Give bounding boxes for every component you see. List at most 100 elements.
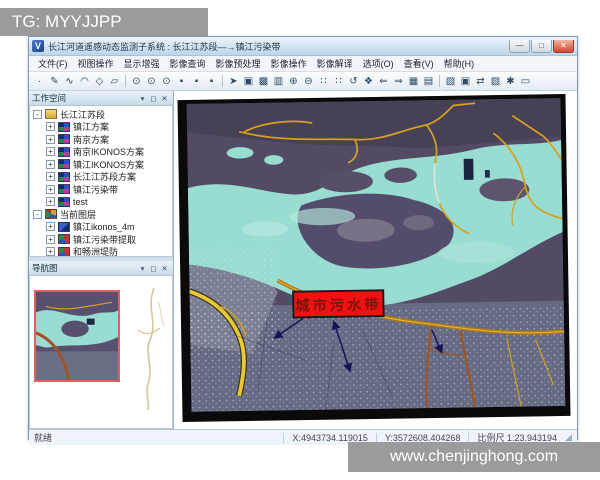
- nav-forward-icon[interactable]: ⇒: [391, 74, 406, 89]
- panel-menu-icon[interactable]: ▾: [137, 92, 148, 105]
- tree-root-layers[interactable]: - 当前图层: [32, 208, 172, 221]
- panel-close-icon[interactable]: ✕: [159, 92, 170, 105]
- draw-rect-icon[interactable]: ▱: [107, 74, 122, 89]
- tree-collapse-toggle[interactable]: -: [33, 209, 42, 219]
- navigator-panel-title: 导航图: [32, 263, 58, 273]
- flag-marker-icon-1[interactable]: ▪: [174, 74, 189, 89]
- menu-image-preprocess[interactable]: 影像预处理: [211, 57, 266, 70]
- tree-collapse-toggle[interactable]: -: [33, 109, 42, 119]
- tree-expand-toggle[interactable]: +: [46, 247, 55, 256]
- tree-item-layer[interactable]: + 镇江污染带提取: [32, 233, 172, 246]
- navigator-body: [29, 276, 173, 429]
- nav-back-icon[interactable]: ⇐: [376, 74, 391, 89]
- tree-expand-toggle[interactable]: +: [46, 222, 55, 232]
- pan-hand-icon[interactable]: ❖: [361, 74, 376, 89]
- scheme-icon: [58, 196, 70, 207]
- menu-view-ops[interactable]: 视图操作: [73, 57, 119, 70]
- workspace-panel: 工作空间 ▾ ◻ ✕ - 长江江苏段 + 镇江方案 + 南京方案 + 南京IKO…: [29, 91, 173, 257]
- zoom-out-icon[interactable]: ⊖: [301, 74, 316, 89]
- map-view: 城市污水带: [174, 91, 577, 429]
- satellite-image[interactable]: 城市污水带: [177, 93, 571, 423]
- tree-item-layer[interactable]: + 镇江ikonos_4m: [32, 221, 172, 234]
- tree-expand-toggle[interactable]: +: [46, 184, 55, 194]
- tree-item-scheme[interactable]: + 镇江方案: [32, 121, 172, 134]
- magnifier-query-icon[interactable]: ⊙: [129, 74, 144, 89]
- rotate-view-icon[interactable]: ↺: [346, 74, 361, 89]
- scheme-icon: [58, 171, 70, 182]
- pixel-grid-icon-1[interactable]: ∷: [316, 74, 331, 89]
- select-arrow-icon[interactable]: ➤: [226, 74, 241, 89]
- workspace-tree-body: - 长江江苏段 + 镇江方案 + 南京方案 + 南京IKONOS方案 + 镇江I…: [29, 106, 173, 257]
- pixel-grid-icon-2[interactable]: ∷: [331, 74, 346, 89]
- full-extent-icon[interactable]: ▩: [256, 74, 271, 89]
- tile-windows-icon[interactable]: ▦: [406, 74, 421, 89]
- scheme-icon: [58, 184, 70, 195]
- menu-image-query[interactable]: 影像查询: [165, 57, 211, 70]
- menu-image-interpret[interactable]: 影像解译: [312, 57, 358, 70]
- panel-pin-icon[interactable]: ◻: [148, 262, 159, 275]
- toolbar: · ✎ ∿ ◠ ◇ ▱ ⊙ ⊙ ⊙ ▪ ▪ ▪ ➤ ▣ ▩ ▥ ⊕ ⊖ ∷ ∷ …: [29, 72, 577, 91]
- left-dock: 工作空间 ▾ ◻ ✕ - 长江江苏段 + 镇江方案 + 南京方案 + 南京IKO…: [29, 91, 174, 429]
- zoom-in-icon[interactable]: ⊕: [286, 74, 301, 89]
- draw-polygon-icon[interactable]: ◇: [92, 74, 107, 89]
- scheme-icon: [58, 134, 70, 145]
- menu-image-ops[interactable]: 影像操作: [266, 57, 312, 70]
- tree-expand-toggle[interactable]: +: [46, 234, 55, 244]
- maximize-button[interactable]: □: [531, 39, 552, 53]
- panel-pin-icon[interactable]: ◻: [148, 92, 159, 105]
- toolbar-separator: [125, 75, 126, 87]
- workspace-tree: - 长江江苏段 + 镇江方案 + 南京方案 + 南京IKONOS方案 + 镇江I…: [30, 106, 172, 256]
- status-ready: 就绪: [34, 433, 53, 443]
- scheme-icon: [58, 146, 70, 157]
- panel-menu-icon[interactable]: ▾: [137, 262, 148, 275]
- load-image-icon[interactable]: ▨: [488, 74, 503, 89]
- flag-marker-icon-3[interactable]: ▪: [204, 74, 219, 89]
- menu-display-enhance[interactable]: 显示增强: [119, 57, 165, 70]
- scheme-icon: [58, 159, 70, 170]
- layers-icon: [45, 209, 57, 220]
- tree-item-scheme[interactable]: + 南京方案: [32, 133, 172, 146]
- tree-item-scheme[interactable]: + 南京IKONOS方案: [32, 146, 172, 159]
- tree-expand-toggle[interactable]: +: [46, 197, 55, 207]
- tree-expand-toggle[interactable]: +: [46, 172, 55, 182]
- draw-polyline-icon[interactable]: ∿: [62, 74, 77, 89]
- tree-expand-toggle[interactable]: +: [46, 134, 55, 144]
- zoom-window-icon[interactable]: ▣: [241, 74, 256, 89]
- tree-item-scheme[interactable]: + 镇江污染带: [32, 183, 172, 196]
- print-icon[interactable]: ▭: [518, 74, 533, 89]
- flag-marker-icon-2[interactable]: ▪: [189, 74, 204, 89]
- navigator-extent-roads: [137, 287, 165, 411]
- tree-expand-toggle[interactable]: +: [46, 159, 55, 169]
- draw-curve-icon[interactable]: ◠: [77, 74, 92, 89]
- open-project-icon[interactable]: ▧: [443, 74, 458, 89]
- tree-expand-toggle[interactable]: +: [46, 122, 55, 132]
- minimize-button[interactable]: —: [509, 39, 530, 53]
- magnifier-roam-icon[interactable]: ⊙: [144, 74, 159, 89]
- navigator-panel: 导航图 ▾ ◻ ✕: [29, 261, 173, 429]
- tree-expand-toggle[interactable]: +: [46, 147, 55, 157]
- menu-options[interactable]: 选项(O): [358, 57, 399, 70]
- menu-file[interactable]: 文件(F): [33, 57, 73, 70]
- window-title: 长江河道遥感动态监测子系统 : 长江江苏段—→镇江污染带: [48, 41, 281, 52]
- export-data-icon[interactable]: ⇄: [473, 74, 488, 89]
- menu-lookup[interactable]: 查看(V): [399, 57, 439, 70]
- navigator-thumbnail[interactable]: [34, 290, 120, 382]
- magnifier-compare-icon[interactable]: ⊙: [159, 74, 174, 89]
- menu-help[interactable]: 帮助(H): [439, 57, 480, 70]
- tree-item-scheme[interactable]: + test: [32, 196, 172, 209]
- app-window: V 长江河道遥感动态监测子系统 : 长江江苏段—→镇江污染带 — □ ✕ 文件(…: [28, 36, 578, 445]
- panel-close-icon[interactable]: ✕: [159, 262, 170, 275]
- save-project-icon[interactable]: ▣: [458, 74, 473, 89]
- swap-view-icon[interactable]: ▤: [421, 74, 436, 89]
- close-button[interactable]: ✕: [553, 39, 574, 53]
- draw-pencil-icon[interactable]: ✎: [47, 74, 62, 89]
- tree-root-project[interactable]: - 长江江苏段: [32, 108, 172, 121]
- tree-item-scheme[interactable]: + 长江江苏段方案: [32, 171, 172, 184]
- tree-item-scheme[interactable]: + 镇江IKONOS方案: [32, 158, 172, 171]
- pollution-label: 城市污水带: [295, 295, 382, 314]
- draw-point-icon[interactable]: ·: [32, 74, 47, 89]
- tree-item-layer[interactable]: + 和畅洲堤防: [32, 246, 172, 256]
- settings-icon[interactable]: ✱: [503, 74, 518, 89]
- pollution-annotation: 城市污水带: [292, 289, 385, 319]
- histogram-icon[interactable]: ▥: [271, 74, 286, 89]
